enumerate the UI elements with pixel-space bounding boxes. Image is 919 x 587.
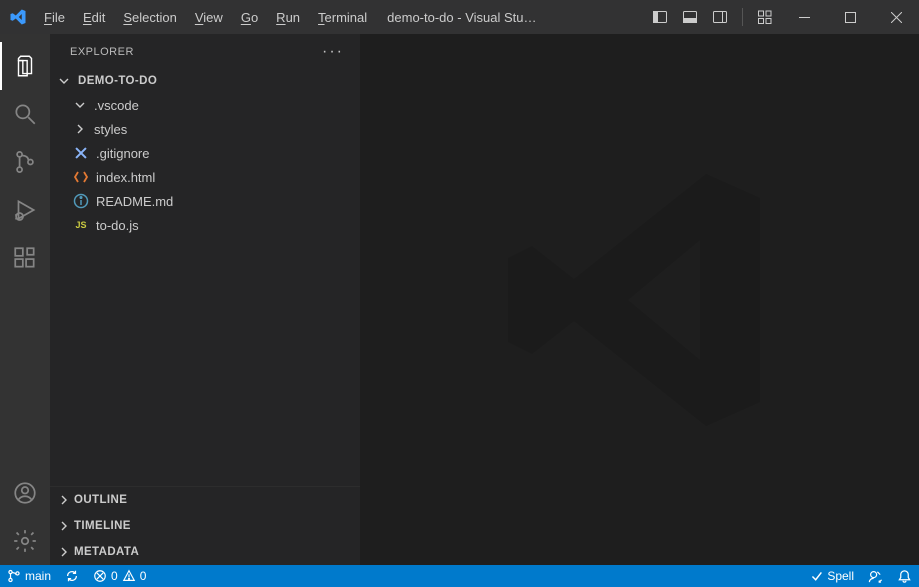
- toggle-primary-sidebar-icon[interactable]: [652, 9, 668, 25]
- editor-area: [360, 34, 919, 565]
- sidebar-panels: OUTLINE TIMELINE METADATA: [50, 486, 360, 565]
- menu-bar: File Edit Selection View Go Run Terminal: [36, 6, 375, 29]
- sidebar-title: EXPLORER: [70, 46, 134, 58]
- panel-label: TIMELINE: [74, 520, 131, 532]
- toggle-panel-icon[interactable]: [682, 9, 698, 25]
- sidebar: EXPLORER ··· DEMO-TO-DO .vscode styles .…: [50, 34, 360, 565]
- separator: [742, 8, 743, 26]
- warning-count: 0: [140, 569, 147, 583]
- workbench-body: EXPLORER ··· DEMO-TO-DO .vscode styles .…: [0, 34, 919, 565]
- chevron-right-icon: [58, 494, 70, 506]
- sync-button[interactable]: [58, 565, 86, 587]
- customize-layout-icon[interactable]: [757, 9, 773, 25]
- window-controls: [781, 0, 919, 34]
- minimize-button[interactable]: [781, 0, 827, 34]
- folder-styles[interactable]: styles: [50, 117, 360, 141]
- branch-indicator[interactable]: main: [0, 565, 58, 587]
- activity-bar: [0, 34, 50, 565]
- explorer-icon[interactable]: [0, 42, 50, 90]
- toggle-secondary-sidebar-icon[interactable]: [712, 9, 728, 25]
- run-debug-icon[interactable]: [0, 186, 50, 234]
- vscode-logo-icon: [0, 8, 36, 26]
- window-title: demo-to-do - Visual Stu…: [387, 10, 536, 25]
- panel-outline[interactable]: OUTLINE: [50, 487, 360, 513]
- file-todo-js[interactable]: JS to-do.js: [50, 213, 360, 237]
- vscode-watermark-icon: [490, 150, 790, 450]
- chevron-right-icon: [58, 546, 70, 558]
- panel-label: METADATA: [74, 546, 139, 558]
- panel-metadata[interactable]: METADATA: [50, 539, 360, 565]
- layout-controls: [652, 8, 781, 26]
- chevron-right-icon: [58, 520, 70, 532]
- problems-indicator[interactable]: 0 0: [86, 565, 153, 587]
- menu-run[interactable]: Run: [268, 6, 308, 29]
- chevron-right-icon: [72, 123, 88, 135]
- status-bar: main 0 0 Spell: [0, 565, 919, 587]
- extensions-icon[interactable]: [0, 234, 50, 282]
- file-label: to-do.js: [96, 218, 139, 233]
- menu-edit[interactable]: Edit: [75, 6, 113, 29]
- gitignore-icon: [72, 145, 90, 161]
- chevron-down-icon: [72, 99, 88, 111]
- search-icon[interactable]: [0, 90, 50, 138]
- panel-timeline[interactable]: TIMELINE: [50, 513, 360, 539]
- file-explorer-tree: DEMO-TO-DO .vscode styles .gitignore ind…: [50, 69, 360, 486]
- sidebar-more-icon[interactable]: ···: [322, 43, 344, 61]
- menu-go[interactable]: Go: [233, 6, 266, 29]
- source-control-icon[interactable]: [0, 138, 50, 186]
- maximize-button[interactable]: [827, 0, 873, 34]
- settings-gear-icon[interactable]: [0, 517, 50, 565]
- menu-file[interactable]: File: [36, 6, 73, 29]
- spell-label: Spell: [827, 569, 854, 583]
- folder-vscode[interactable]: .vscode: [50, 93, 360, 117]
- sidebar-header: EXPLORER ···: [50, 34, 360, 69]
- js-icon: JS: [72, 220, 90, 230]
- titlebar: File Edit Selection View Go Run Terminal…: [0, 0, 919, 34]
- info-icon: [72, 193, 90, 209]
- folder-label: .vscode: [94, 98, 139, 113]
- menu-view[interactable]: View: [187, 6, 231, 29]
- html-icon: [72, 169, 90, 185]
- file-label: .gitignore: [96, 146, 149, 161]
- panel-label: OUTLINE: [74, 494, 127, 506]
- notifications-icon[interactable]: [890, 565, 919, 587]
- file-gitignore[interactable]: .gitignore: [50, 141, 360, 165]
- menu-terminal[interactable]: Terminal: [310, 6, 375, 29]
- file-label: index.html: [96, 170, 155, 185]
- chevron-down-icon: [56, 75, 72, 87]
- file-label: README.md: [96, 194, 173, 209]
- folder-label: styles: [94, 122, 127, 137]
- accounts-icon[interactable]: [0, 469, 50, 517]
- project-name: DEMO-TO-DO: [78, 75, 157, 87]
- menu-selection[interactable]: Selection: [115, 6, 184, 29]
- close-button[interactable]: [873, 0, 919, 34]
- error-count: 0: [111, 569, 118, 583]
- branch-name: main: [25, 569, 51, 583]
- file-readme[interactable]: README.md: [50, 189, 360, 213]
- spell-indicator[interactable]: Spell: [803, 565, 861, 587]
- project-root[interactable]: DEMO-TO-DO: [50, 69, 360, 93]
- file-index-html[interactable]: index.html: [50, 165, 360, 189]
- feedback-icon[interactable]: [861, 565, 890, 587]
